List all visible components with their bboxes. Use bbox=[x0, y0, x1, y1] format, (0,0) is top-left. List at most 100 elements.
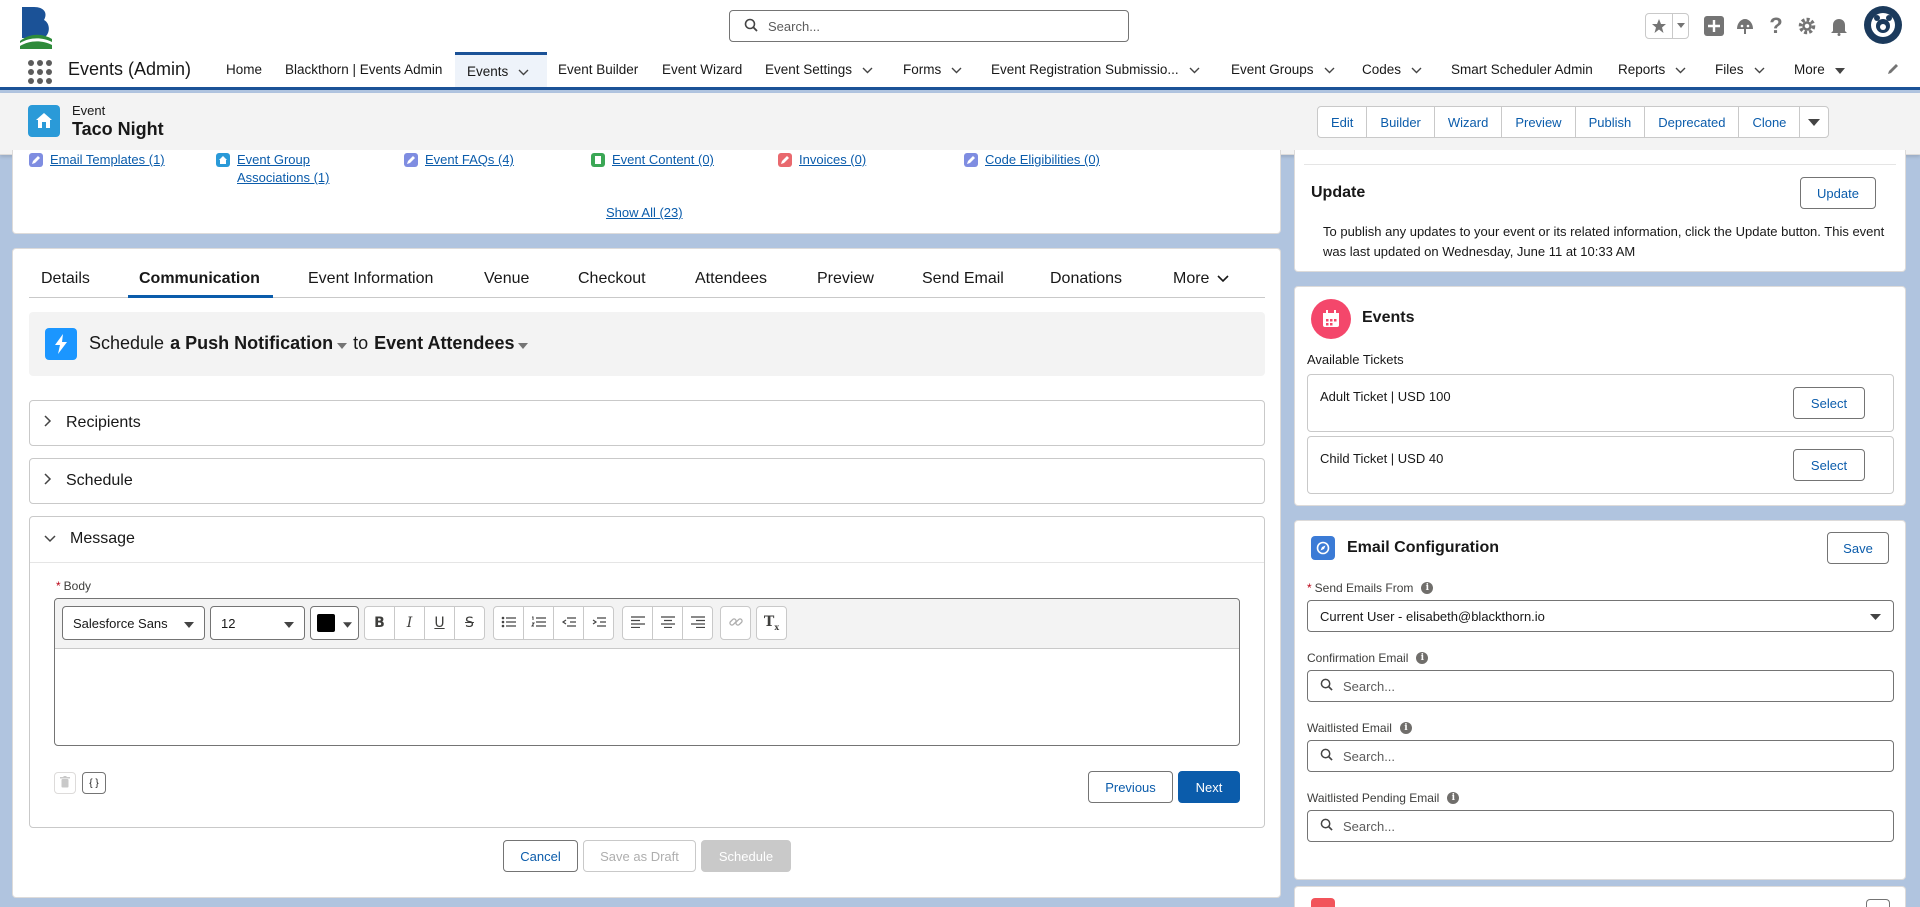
bulleted-list-button[interactable] bbox=[493, 606, 524, 640]
info-icon[interactable]: i bbox=[1447, 792, 1460, 804]
chevron-down-icon[interactable] bbox=[1754, 62, 1765, 77]
recipients-section-toggle[interactable]: Recipients bbox=[30, 401, 141, 445]
clear-formatting-button[interactable]: Tx bbox=[756, 606, 787, 640]
attendees-card-menu-button[interactable] bbox=[1866, 899, 1890, 907]
trailhead-guidance-icon[interactable] bbox=[1733, 14, 1757, 38]
more-actions-button[interactable] bbox=[1799, 106, 1830, 138]
edit-button[interactable]: Edit bbox=[1317, 106, 1368, 138]
next-button[interactable]: Next bbox=[1178, 771, 1240, 803]
related-link-label[interactable]: Email Templates (1) bbox=[50, 152, 165, 167]
strikethrough-button[interactable]: S bbox=[454, 606, 485, 640]
user-avatar[interactable] bbox=[1864, 6, 1902, 44]
related-link-label[interactable]: Invoices (0) bbox=[799, 152, 866, 167]
channel-dropdown[interactable]: a Push Notification bbox=[170, 333, 348, 354]
nav-item-files[interactable]: Files bbox=[1715, 52, 1765, 87]
nav-item-event-settings[interactable]: Event Settings bbox=[765, 52, 873, 87]
chevron-down-icon[interactable] bbox=[1675, 62, 1686, 77]
app-launcher-icon[interactable] bbox=[28, 60, 52, 84]
related-link-label-line1[interactable]: Event Group bbox=[237, 152, 329, 167]
font-family-select[interactable]: Salesforce Sans bbox=[62, 606, 205, 640]
clone-button[interactable]: Clone bbox=[1738, 106, 1801, 138]
tab-communication[interactable]: Communication bbox=[139, 270, 260, 288]
builder-button[interactable]: Builder bbox=[1366, 106, 1435, 138]
chevron-down-icon[interactable] bbox=[518, 64, 529, 79]
underline-button[interactable]: U bbox=[424, 606, 455, 640]
edit-nav-pencil-icon[interactable] bbox=[1886, 62, 1900, 79]
related-link-email-templates[interactable]: Email Templates (1) bbox=[29, 152, 165, 167]
nav-item-events[interactable]: Events bbox=[455, 52, 547, 87]
waitlisted-pending-email-lookup[interactable]: Search... bbox=[1307, 810, 1894, 842]
nav-item-smart-scheduler-admin[interactable]: Smart Scheduler Admin bbox=[1451, 52, 1593, 87]
delete-button[interactable] bbox=[54, 772, 76, 794]
schedule-button[interactable]: Schedule bbox=[701, 840, 791, 872]
save-email-config-button[interactable]: Save bbox=[1827, 532, 1889, 564]
save-as-draft-button[interactable]: Save as Draft bbox=[583, 840, 696, 872]
tab-more[interactable]: More bbox=[1173, 270, 1230, 288]
font-size-select[interactable]: 12 bbox=[210, 606, 305, 640]
schedule-section-toggle[interactable]: Schedule bbox=[30, 459, 133, 503]
previous-button[interactable]: Previous bbox=[1088, 771, 1173, 803]
info-icon[interactable]: i bbox=[1399, 722, 1412, 734]
deprecated-button[interactable]: Deprecated bbox=[1644, 106, 1740, 138]
chevron-down-icon[interactable] bbox=[951, 62, 962, 77]
preview-button[interactable]: Preview bbox=[1501, 106, 1576, 138]
nav-item-reports[interactable]: Reports bbox=[1618, 52, 1686, 87]
info-icon[interactable]: i bbox=[1421, 582, 1434, 594]
blackthorn-logo-icon[interactable] bbox=[20, 5, 52, 49]
related-link-invoices[interactable]: Invoices (0) bbox=[778, 152, 866, 167]
waitlisted-email-lookup[interactable]: Search... bbox=[1307, 740, 1894, 772]
related-link-label[interactable]: Event FAQs (4) bbox=[425, 152, 514, 167]
tab-send-email[interactable]: Send Email bbox=[922, 270, 1004, 288]
nav-item-codes[interactable]: Codes bbox=[1362, 52, 1422, 87]
insert-merge-field-button[interactable]: { } bbox=[82, 772, 106, 794]
help-icon[interactable]: ? bbox=[1764, 13, 1788, 38]
related-link-code-eligibilities[interactable]: Code Eligibilities (0) bbox=[964, 152, 1100, 167]
chevron-down-icon[interactable] bbox=[1189, 62, 1200, 77]
notifications-bell-icon[interactable] bbox=[1827, 14, 1851, 38]
indent-button[interactable] bbox=[583, 606, 614, 640]
tab-event-information[interactable]: Event Information bbox=[308, 270, 433, 288]
nav-item-event-builder[interactable]: Event Builder bbox=[558, 52, 638, 87]
audience-dropdown[interactable]: Event Attendees bbox=[374, 333, 529, 354]
related-link-event-faqs[interactable]: Event FAQs (4) bbox=[404, 152, 514, 167]
global-actions-plus-icon[interactable] bbox=[1702, 14, 1726, 38]
chevron-down-icon[interactable] bbox=[862, 62, 873, 77]
select-adult-ticket-button[interactable]: Select bbox=[1793, 387, 1865, 419]
insert-link-button[interactable] bbox=[720, 606, 751, 640]
align-right-button[interactable] bbox=[682, 606, 713, 640]
outdent-button[interactable] bbox=[553, 606, 584, 640]
wizard-button[interactable]: Wizard bbox=[1433, 106, 1503, 138]
update-button[interactable]: Update bbox=[1800, 177, 1876, 209]
nav-item-forms[interactable]: Forms bbox=[903, 52, 962, 87]
nav-item-event-registration-submissions[interactable]: Event Registration Submissio... bbox=[991, 52, 1200, 87]
favorites-button[interactable] bbox=[1645, 13, 1689, 39]
related-link-label-line2[interactable]: Associations (1) bbox=[237, 170, 329, 185]
font-color-picker[interactable] bbox=[310, 606, 359, 640]
align-center-button[interactable] bbox=[652, 606, 683, 640]
tab-donations[interactable]: Donations bbox=[1050, 270, 1122, 288]
tab-checkout[interactable]: Checkout bbox=[578, 270, 646, 288]
nav-item-event-groups[interactable]: Event Groups bbox=[1231, 52, 1335, 87]
related-link-event-group-associations[interactable]: Event Group Associations (1) bbox=[216, 152, 329, 185]
info-icon[interactable]: i bbox=[1416, 652, 1429, 664]
message-body-textarea[interactable] bbox=[56, 651, 1238, 744]
chevron-down-icon[interactable] bbox=[1324, 62, 1335, 77]
send-emails-from-select[interactable]: Current User - elisabeth@blackthorn.io bbox=[1307, 600, 1894, 632]
tab-attendees[interactable]: Attendees bbox=[695, 270, 767, 288]
nav-item-home[interactable]: Home bbox=[226, 52, 262, 87]
nav-item-blackthorn-events-admin[interactable]: Blackthorn | Events Admin bbox=[285, 52, 442, 87]
setup-gear-icon[interactable] bbox=[1795, 14, 1819, 38]
confirmation-email-lookup[interactable]: Search... bbox=[1307, 670, 1894, 702]
tab-venue[interactable]: Venue bbox=[484, 270, 529, 288]
message-section-toggle[interactable]: Message bbox=[30, 517, 135, 561]
tab-preview[interactable]: Preview bbox=[817, 270, 874, 288]
chevron-down-icon[interactable] bbox=[1411, 62, 1422, 77]
global-search-input[interactable]: Search... bbox=[729, 10, 1129, 42]
bold-button[interactable]: B bbox=[364, 606, 395, 640]
align-left-button[interactable] bbox=[622, 606, 653, 640]
related-link-label[interactable]: Event Content (0) bbox=[612, 152, 714, 167]
select-child-ticket-button[interactable]: Select bbox=[1793, 449, 1865, 481]
nav-item-more[interactable]: More bbox=[1794, 52, 1845, 87]
publish-button[interactable]: Publish bbox=[1574, 106, 1646, 138]
show-all-related-link[interactable]: Show All (23) bbox=[606, 205, 683, 220]
